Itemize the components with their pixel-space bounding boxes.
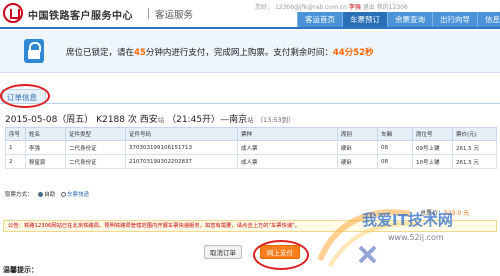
radio-express-delivery-label[interactable]: 车票快递: [67, 192, 89, 198]
notice-text: 席位已锁定，请在45分钟内进行支付，完成网上购票。支付剩余时间：44分52秒: [66, 48, 374, 58]
cell-price: 261.5 元: [452, 154, 497, 169]
trip-date: 2015-05-08（周五）: [5, 115, 94, 125]
col-seat-no: 席位号: [412, 127, 453, 141]
nav-travel-guide[interactable]: 出行向导: [432, 12, 477, 27]
cell-id-number: 370303199106151713: [125, 140, 238, 155]
col-index: 序号: [5, 127, 26, 141]
main-nav: 客运首页 车票预订 余票查询 出行向导 信息服务: [297, 12, 500, 27]
cell-ticket-type: 成人票: [237, 154, 338, 169]
watermark-url: www.52ij.com: [388, 233, 444, 242]
annotation-circle-order-tab: [0, 84, 50, 108]
header-divider: [0, 27, 500, 29]
cell-id-type: 二代身份证: [65, 154, 126, 169]
ticket-pickup-row: 取票方式： 自助 车票快递: [5, 189, 497, 202]
watermark-text: 我爱IT技术网: [362, 211, 453, 229]
warm-tip-heading: 温馨提示：: [3, 266, 38, 274]
cell-coach: 08: [377, 140, 413, 155]
nav-home[interactable]: 客运首页: [297, 12, 342, 27]
cell-name: 李强: [25, 140, 66, 155]
passenger-table: 序号 姓名 证件类型 证件号码 票种 席别 车厢 席位号 票价(元) 1 李强 …: [5, 127, 497, 169]
radio-self-service[interactable]: [38, 192, 44, 197]
cell-ticket-type: 成人票: [237, 140, 338, 155]
col-seat-class: 席别: [337, 127, 378, 141]
arrive-time: （13:53到）: [256, 116, 295, 124]
table-row: 1 李强 二代身份证 370303199106151713 成人票 硬卧 08 …: [5, 140, 497, 155]
top-header: 中国铁路客户服务中心 客运服务 您好， 12306@jfk@rab.com.cn…: [0, 0, 500, 28]
site-watermark: 我爱IT技术网 www.52ij.com: [300, 202, 495, 272]
minutes-value: 45: [134, 48, 146, 58]
table-row: 2 穆星宸 二代身份证 210703199302202837 成人票 硬卧 08…: [5, 154, 497, 169]
site-subtitle: 客运服务: [155, 10, 194, 21]
cell-index: 1: [5, 140, 26, 155]
radio-self-service-label[interactable]: 自助: [44, 192, 55, 198]
table-header-row: 序号 姓名 证件类型 证件号码 票种 席别 车厢 席位号 票价(元): [5, 127, 497, 141]
login-info: 您好， 12306@jfk@rab.com.cn 李强 退出 我的12306: [255, 2, 408, 11]
cell-seat-no: 09号上铺: [412, 140, 453, 155]
my-12306-link[interactable]: 我的12306: [377, 4, 408, 11]
cell-seat-class: 硬卧: [337, 140, 378, 155]
cell-coach: 08: [377, 154, 413, 169]
title-divider: [148, 8, 149, 19]
col-name: 姓名: [25, 127, 66, 141]
tab-underline: [0, 103, 500, 104]
cell-seat-class: 硬卧: [337, 154, 378, 169]
railway-logo-icon: [3, 3, 23, 23]
nav-remaining-tickets[interactable]: 余票查询: [387, 12, 432, 27]
to-station: 南京: [229, 115, 248, 125]
annotation-circle-pay-button: [253, 240, 309, 270]
radio-express-delivery[interactable]: [61, 192, 67, 197]
cell-price: 261.5 元: [452, 140, 497, 155]
col-price: 票价(元): [452, 127, 497, 141]
nav-ticket-booking[interactable]: 车票预订: [342, 12, 387, 27]
cancel-order-button[interactable]: 取消订单: [204, 245, 242, 259]
from-station: 西安: [139, 115, 158, 125]
cell-index: 2: [5, 154, 26, 169]
login-username[interactable]: 李强: [349, 4, 361, 11]
cell-id-type: 二代身份证: [65, 140, 126, 155]
lock-icon: [24, 39, 44, 63]
col-coach: 车厢: [377, 127, 413, 141]
cell-name: 穆星宸: [25, 154, 66, 169]
cell-seat-no: 10号上铺: [412, 154, 453, 169]
logout-link[interactable]: 退出: [363, 4, 375, 11]
trip-summary: 2015-05-08（周五） K2188 次 西安站 （21:45开）—南京站 …: [5, 115, 295, 125]
site-title: 中国铁路客户服务中心: [28, 11, 133, 22]
depart-time: （21:45开）: [167, 115, 221, 125]
login-prefix: 您好，: [255, 4, 274, 11]
login-email: 12306@jfk@rab.com.cn: [274, 4, 347, 11]
col-ticket-type: 票种: [237, 127, 338, 141]
col-id-number: 证件号码: [125, 127, 238, 141]
cell-id-number: 210703199302202837: [125, 154, 238, 169]
nav-info-service[interactable]: 信息服务: [477, 12, 500, 27]
col-id-type: 证件类型: [65, 127, 126, 141]
pickup-label: 取票方式：: [5, 192, 33, 198]
seat-locked-notice: 席位已锁定，请在45分钟内进行支付，完成网上购票。支付剩余时间：44分52秒: [0, 31, 500, 73]
train-number: K2188 次: [96, 115, 137, 125]
remaining-time: 44分52秒: [332, 48, 374, 58]
